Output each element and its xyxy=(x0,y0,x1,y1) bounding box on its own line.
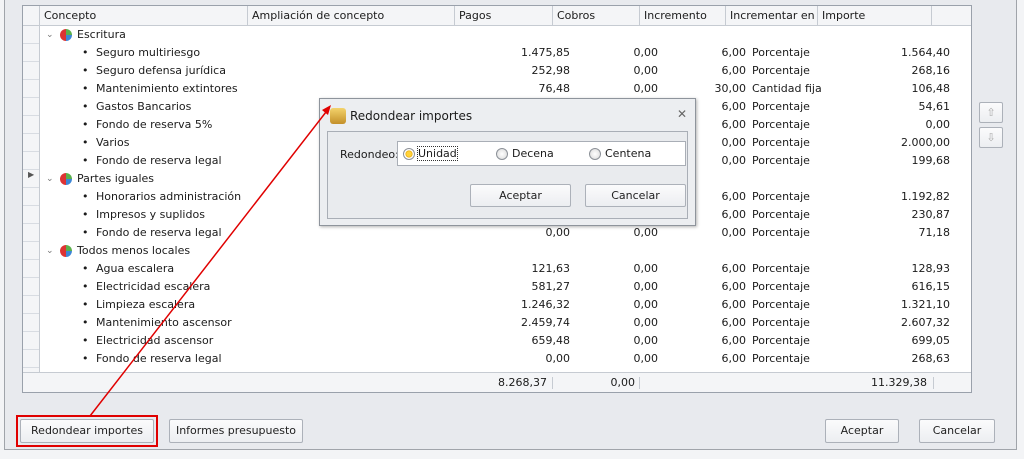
annotation-arrow xyxy=(89,105,331,417)
